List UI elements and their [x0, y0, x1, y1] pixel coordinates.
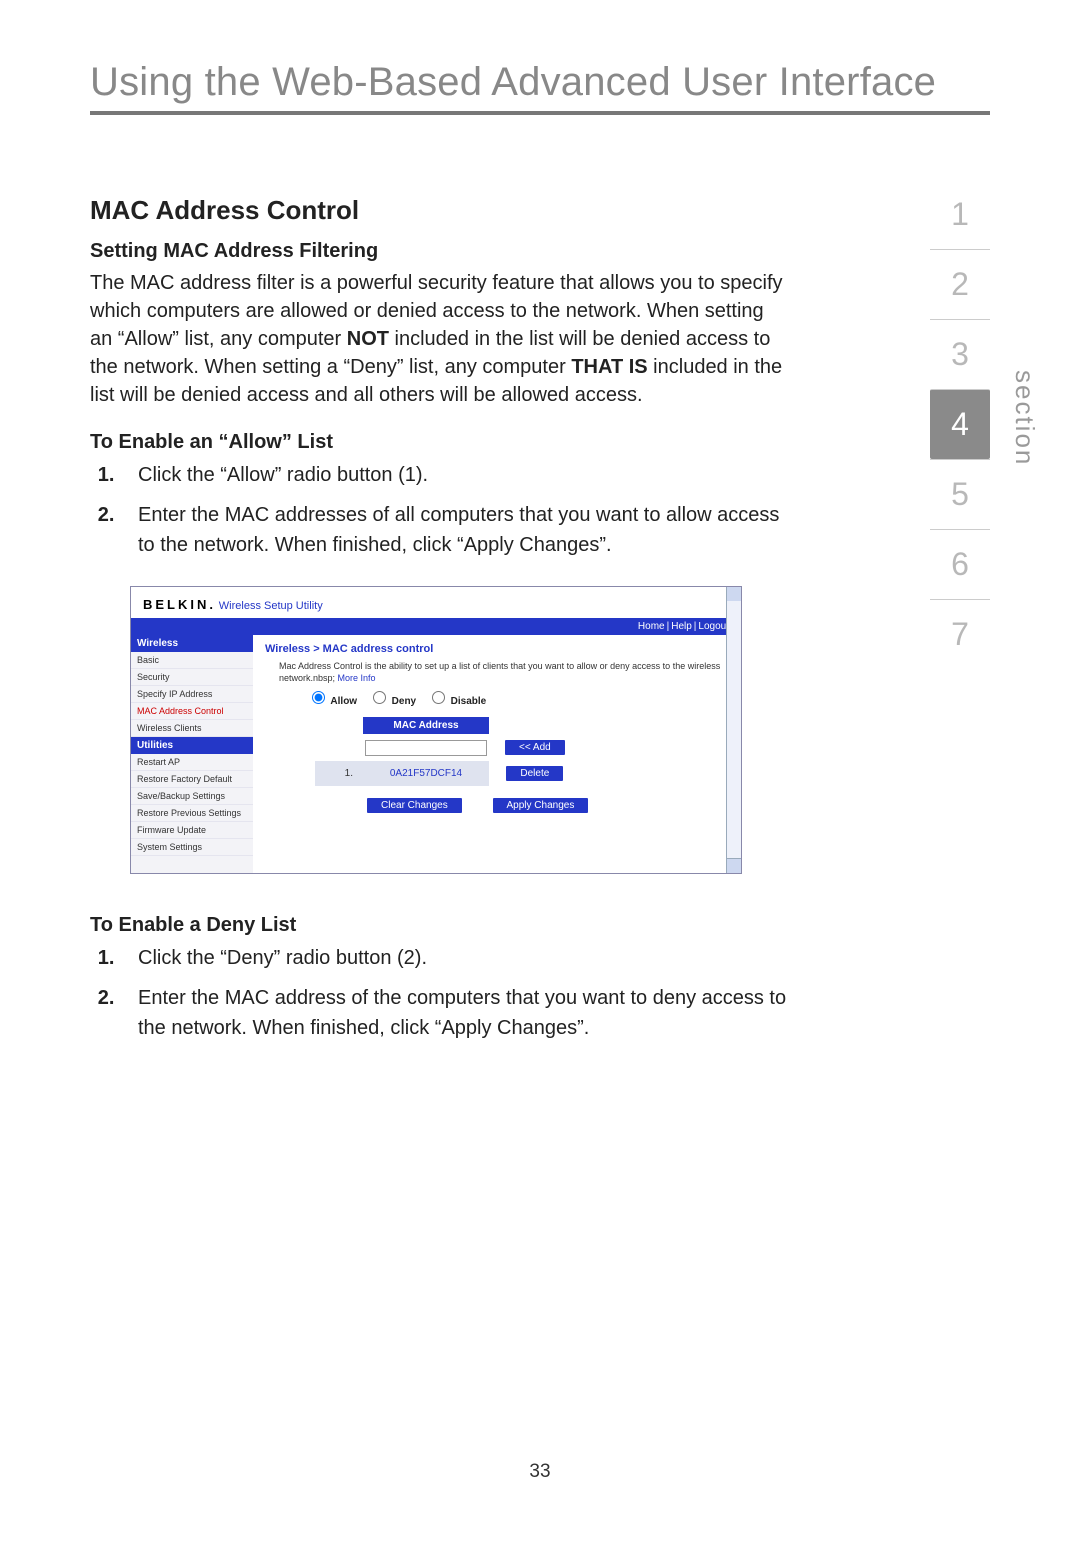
router-ui-screenshot: BELKIN. Wireless Setup Utility Home|Help…	[130, 586, 742, 874]
breadcrumb: Wireless > MAC address control	[265, 643, 729, 655]
page-number: 33	[0, 1461, 1080, 1483]
delete-button[interactable]: Delete	[506, 766, 563, 781]
heading-setting-filter: Setting MAC Address Filtering	[90, 240, 790, 263]
sidebar-item-wireless-clients[interactable]: Wireless Clients	[131, 720, 253, 737]
mac-input[interactable]	[365, 740, 487, 756]
radio-deny[interactable]: Deny	[368, 696, 416, 707]
sidebar-item-specify-ip[interactable]: Specify IP Address	[131, 686, 253, 703]
allow-step-2: Enter the MAC addresses of all computers…	[120, 500, 790, 560]
description-text: Mac Address Control is the ability to se…	[279, 661, 729, 684]
clear-changes-button[interactable]: Clear Changes	[367, 798, 462, 813]
radio-disable-input[interactable]	[432, 691, 445, 704]
para-bold-thatis: THAT IS	[571, 356, 647, 378]
allow-steps: Click the “Allow” radio button (1). Ente…	[120, 460, 790, 560]
heading-enable-allow: To Enable an “Allow” List	[90, 431, 790, 454]
deny-step-2: Enter the MAC address of the computers t…	[120, 983, 790, 1043]
page-title: Using the Web-Based Advanced User Interf…	[90, 60, 990, 105]
radio-allow[interactable]: Allow	[307, 696, 357, 707]
sidebar-item-save-backup[interactable]: Save/Backup Settings	[131, 788, 253, 805]
section-nav-2[interactable]: 2	[930, 249, 990, 319]
radio-deny-label: Deny	[392, 696, 416, 707]
section-nav-6[interactable]: 6	[930, 529, 990, 599]
section-label: section	[1009, 370, 1040, 466]
radio-allow-input[interactable]	[312, 691, 325, 704]
deny-steps: Click the “Deny” radio button (2). Enter…	[120, 943, 790, 1043]
mac-table-header: MAC Address	[363, 717, 489, 735]
add-button[interactable]: << Add	[505, 740, 565, 755]
sidebar-item-restore-default[interactable]: Restore Factory Default	[131, 771, 253, 788]
section-nav-7[interactable]: 7	[930, 599, 990, 669]
main-panel: Wireless > MAC address control Mac Addre…	[253, 635, 741, 873]
heading-enable-deny: To Enable a Deny List	[90, 914, 790, 937]
apply-changes-button[interactable]: Apply Changes	[493, 798, 589, 813]
section-nav-5[interactable]: 5	[930, 459, 990, 529]
sidebar-head-wireless: Wireless	[131, 635, 253, 652]
sidebar-item-security[interactable]: Security	[131, 669, 253, 686]
sidebar-head-utilities: Utilities	[131, 737, 253, 754]
top-nav-bar: Home|Help|Logout	[131, 618, 741, 635]
section-nav-4[interactable]: 4	[930, 389, 990, 459]
nav-help[interactable]: Help	[669, 621, 694, 632]
sidebar-item-restore-previous[interactable]: Restore Previous Settings	[131, 805, 253, 822]
nav-home[interactable]: Home	[636, 621, 667, 632]
para-bold-not: NOT	[347, 328, 389, 350]
heading-mac-control: MAC Address Control	[90, 195, 790, 226]
radio-disable-label: Disable	[451, 696, 487, 707]
mac-table: MAC Address << Add 1. 0A21F57DCF14 Delet…	[315, 717, 575, 786]
allow-step-1: Click the “Allow” radio button (1).	[120, 460, 790, 490]
section-nav: 1 2 3 4 5 6 7	[930, 180, 990, 669]
header-rule	[90, 111, 990, 115]
row-index: 1.	[315, 761, 363, 787]
scroll-up-icon[interactable]	[726, 587, 741, 602]
row-mac: 0A21F57DCF14	[363, 761, 489, 787]
sidebar: Wireless Basic Security Specify IP Addre…	[131, 635, 253, 873]
radio-allow-label: Allow	[330, 696, 357, 707]
sidebar-item-mac-control[interactable]: MAC Address Control	[131, 703, 253, 720]
intro-paragraph: The MAC address filter is a powerful sec…	[90, 269, 790, 409]
section-nav-1[interactable]: 1	[930, 180, 990, 249]
utility-title: Wireless Setup Utility	[219, 600, 323, 612]
radio-disable[interactable]: Disable	[427, 696, 486, 707]
mode-radio-group: Allow Deny Disable	[307, 688, 729, 707]
deny-step-1: Click the “Deny” radio button (2).	[120, 943, 790, 973]
radio-deny-input[interactable]	[373, 691, 386, 704]
more-info-link[interactable]: More Info	[338, 673, 376, 683]
sidebar-item-system-settings[interactable]: System Settings	[131, 839, 253, 856]
sidebar-item-basic[interactable]: Basic	[131, 652, 253, 669]
sidebar-item-firmware-update[interactable]: Firmware Update	[131, 822, 253, 839]
brand-logo: BELKIN.	[143, 597, 216, 612]
sidebar-item-restart-ap[interactable]: Restart AP	[131, 754, 253, 771]
section-nav-3[interactable]: 3	[930, 319, 990, 389]
